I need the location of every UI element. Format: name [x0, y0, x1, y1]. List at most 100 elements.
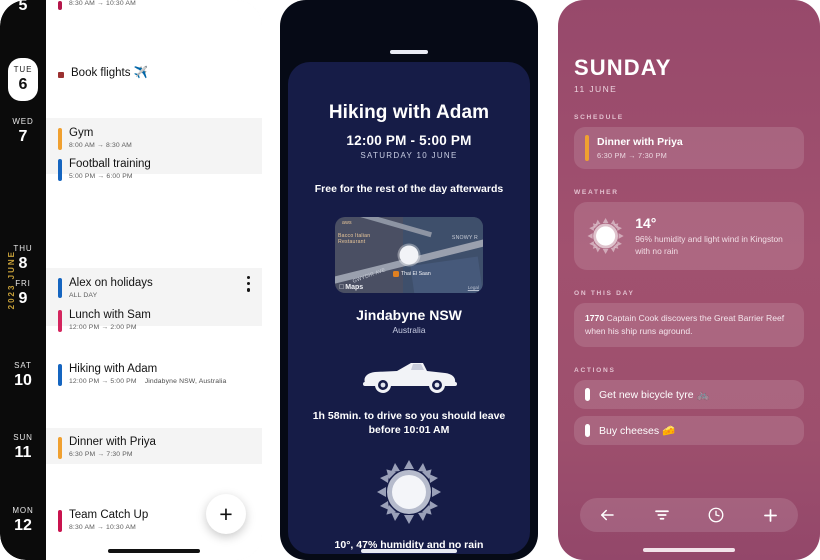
- apple-logo-icon: : [339, 284, 344, 291]
- on-this-day-card[interactable]: 1770 Captain Cook discovers the Great Ba…: [574, 303, 804, 347]
- sheet-grabber[interactable]: [390, 50, 428, 54]
- list-item[interactable]: 8:30 AM → 10:30 AM: [58, 0, 262, 12]
- event-detail-card: Hiking with Adam 12:00 PM - 5:00 PM SATU…: [288, 62, 530, 554]
- day-cell-dow: THU: [13, 244, 33, 253]
- action-item[interactable]: Get new bicycle tyre 🚲: [574, 380, 804, 409]
- map-label-2: SNOWY R: [451, 235, 478, 241]
- map-preview[interactable]: aws Bacco Italian Restaurant SNOWY R GWY…: [335, 217, 483, 293]
- list-item[interactable]: Gym 8:00 AM → 8:30 AM: [58, 124, 262, 153]
- day-cell-10[interactable]: SAT 10: [0, 360, 46, 390]
- list-item[interactable]: Lunch with Sam 12:00 PM → 2:00 PM: [58, 306, 262, 335]
- weather-description: 96% humidity and light wind in Kingston …: [635, 234, 783, 256]
- schedule-item-title: Dinner with Priya: [597, 136, 683, 148]
- day-cell-8[interactable]: THU 8: [0, 243, 46, 273]
- map-label-0: aws: [342, 220, 352, 226]
- event-title: Alex on holidays: [69, 277, 153, 289]
- event-color-bar: [58, 310, 62, 332]
- home-indicator: [108, 549, 200, 553]
- event-color-bar: [58, 437, 62, 459]
- page-subtitle: 11 JUNE: [574, 84, 618, 94]
- restaurant-icon: [393, 271, 399, 277]
- event-title: Lunch with Sam: [69, 309, 151, 321]
- event-time: 12:00 PM → 5:00 PM Jindabyne NSW, Austral…: [69, 378, 227, 385]
- day-summary-content: SUNDAY 11 JUNE SCHEDULE Dinner with Priy…: [574, 56, 804, 445]
- day-cell-9[interactable]: FRI 9: [0, 278, 46, 308]
- event-color-bar: [58, 128, 62, 150]
- event-color-dot: [58, 72, 64, 78]
- weather-card[interactable]: 14° 96% humidity and light wind in Kings…: [574, 202, 804, 270]
- page-title: SUNDAY: [574, 55, 672, 80]
- drive-time-note: 1h 58min. to drive so you should leave b…: [312, 410, 506, 436]
- list-item[interactable]: Alex on holidays ALL DAY: [58, 274, 262, 303]
- event-color-bar: [58, 510, 62, 532]
- action-label: Get new bicycle tyre 🚲: [599, 389, 710, 401]
- event-time: 6:30 PM → 7:30 PM: [69, 451, 133, 458]
- event-time: 5:00 PM → 6:00 PM: [69, 173, 133, 180]
- clock-icon[interactable]: [701, 502, 731, 528]
- action-item[interactable]: Buy cheeses 🧀: [574, 416, 804, 445]
- list-item[interactable]: Book flights ✈️: [58, 64, 262, 83]
- action-label: Buy cheeses 🧀: [599, 425, 676, 437]
- event-time: 12:00 PM → 2:00 PM: [69, 324, 137, 331]
- back-icon[interactable]: [592, 502, 622, 528]
- day-cell-number: 7: [18, 128, 28, 145]
- day-group-7: Gym 8:00 AM → 8:30 AM Football training …: [46, 118, 262, 181]
- day-cell-5[interactable]: 5: [0, 0, 46, 15]
- day-cell-7[interactable]: WED 7: [0, 116, 46, 146]
- event-time: 8:30 AM → 10:30 AM: [69, 524, 136, 531]
- day-cell-number: 12: [14, 517, 32, 534]
- add-event-button[interactable]: +: [206, 494, 246, 534]
- on-this-day-year: 1770: [585, 313, 605, 323]
- map-location-pin: [399, 245, 419, 265]
- event-title: Football training: [69, 158, 151, 170]
- event-country: Australia: [392, 325, 426, 335]
- map-label-1: Bacco Italian Restaurant: [338, 233, 371, 245]
- section-header-on-this-day: ON THIS DAY: [574, 290, 635, 297]
- list-item[interactable]: Dinner with Priya 6:30 PM → 7:30 PM: [58, 433, 262, 462]
- event-time: 8:00 AM → 8:30 AM: [69, 142, 132, 149]
- schedule-item-time: 6:30 PM → 7:30 PM: [597, 151, 667, 160]
- day-cell-dow: MON: [12, 506, 34, 515]
- home-indicator: [361, 549, 457, 553]
- map-attribution: Maps: [339, 284, 363, 291]
- map-poi: Thai El Saan: [393, 271, 431, 277]
- filter-icon[interactable]: [647, 502, 677, 528]
- screenshot-stage: 2023 JUNE 5 TUE 6 WED 7 THU 8 FRI 9 SAT …: [0, 0, 820, 560]
- event-detail-title: Hiking with Adam: [328, 102, 490, 123]
- event-list[interactable]: 8:30 AM → 10:30 AM Book flights ✈️ Gym 8…: [46, 0, 262, 560]
- day-cell-dow: WED: [12, 117, 34, 126]
- day-cell-12[interactable]: MON 12: [0, 505, 46, 535]
- section-header-actions: ACTIONS: [574, 367, 616, 374]
- day-cell-number: 9: [18, 290, 28, 307]
- map-legal-link[interactable]: Legal: [468, 285, 479, 290]
- day-cell-number: 10: [14, 372, 32, 389]
- event-color-bar: [58, 364, 62, 386]
- schedule-item[interactable]: Dinner with Priya 6:30 PM → 7:30 PM: [574, 127, 804, 169]
- day-group-10: Hiking with Adam 12:00 PM → 5:00 PM Jinda…: [46, 357, 262, 391]
- day-summary-panel: SUNDAY 11 JUNE SCHEDULE Dinner with Priy…: [558, 0, 820, 560]
- list-item[interactable]: Hiking with Adam 12:00 PM → 5:00 PM Jinda…: [58, 360, 262, 389]
- event-detail-panel: Hiking with Adam 12:00 PM - 5:00 PM SATU…: [280, 0, 538, 560]
- day-cell-11[interactable]: SUN 11: [0, 432, 46, 462]
- event-detail-time: 12:00 PM - 5:00 PM: [346, 133, 472, 148]
- plus-icon[interactable]: [756, 502, 786, 528]
- day-group-6: Book flights ✈️: [46, 64, 262, 88]
- event-free-note: Free for the rest of the day afterwards: [314, 183, 504, 195]
- event-title: Dinner with Priya: [69, 436, 156, 448]
- day-cell-dow: SAT: [14, 361, 32, 370]
- sun-icon: [587, 217, 624, 255]
- day-group-5: 8:30 AM → 10:30 AM: [46, 0, 262, 11]
- day-column: 5 TUE 6 WED 7 THU 8 FRI 9 SAT 10 SUN 11 …: [0, 0, 46, 560]
- list-item[interactable]: Football training 5:00 PM → 6:00 PM: [58, 155, 262, 184]
- event-title: Team Catch Up: [69, 509, 149, 521]
- on-this-day-text: Captain Cook discovers the Great Barrier…: [585, 313, 785, 336]
- weather-icon-wrap: [288, 459, 530, 525]
- action-color-bar: [585, 424, 590, 437]
- section-header-schedule: SCHEDULE: [574, 114, 624, 121]
- bottom-nav-bar: [580, 498, 798, 532]
- home-indicator: [643, 548, 735, 552]
- day-cell-6-selected[interactable]: TUE 6: [8, 58, 38, 101]
- day-cell-dow: FRI: [15, 279, 31, 288]
- event-color-bar: [585, 135, 589, 161]
- section-header-weather: WEATHER: [574, 189, 619, 196]
